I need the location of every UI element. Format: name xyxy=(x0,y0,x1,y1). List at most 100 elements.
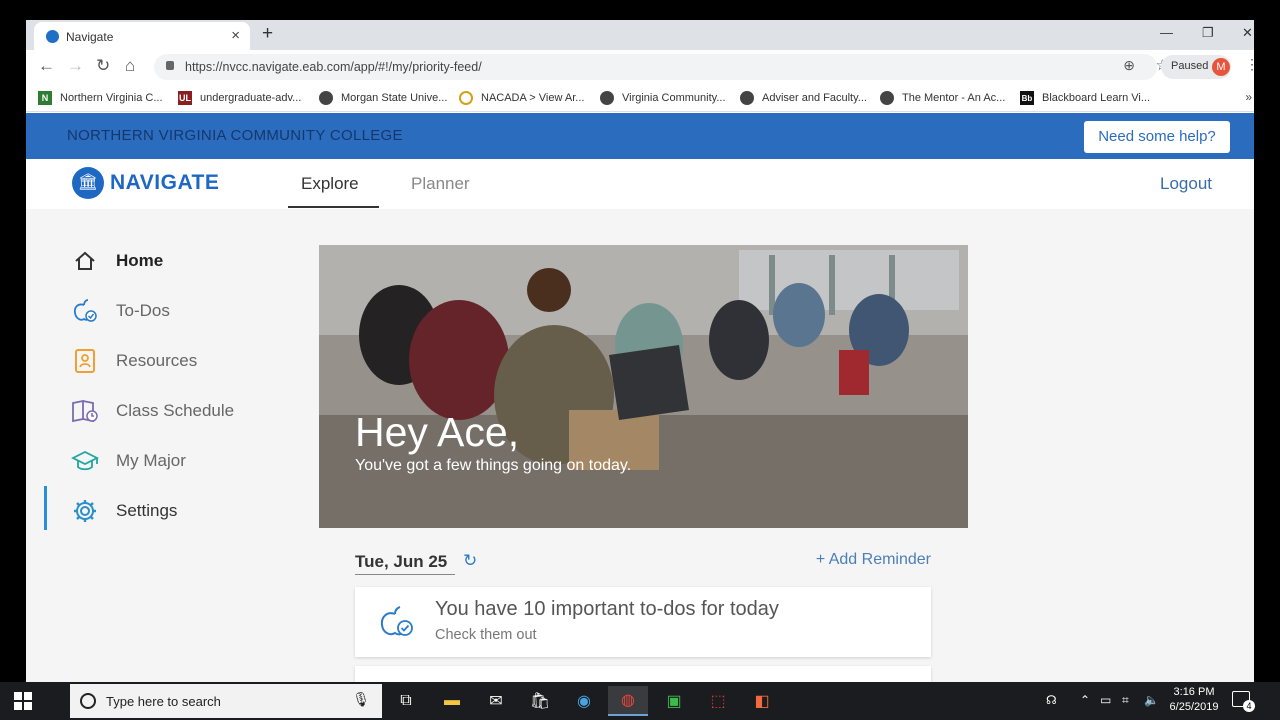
store-icon[interactable]: 🛍 xyxy=(520,686,560,716)
logout-link[interactable]: Logout xyxy=(1160,174,1212,194)
sidebar-item-my-major[interactable]: My Major xyxy=(70,446,186,476)
bookmark-label: The Mentor - An Ac... xyxy=(902,92,1006,104)
app-header: 🏛 NAVIGATE Explore Planner Logout xyxy=(26,159,1254,209)
windows-start-icon[interactable] xyxy=(14,692,32,710)
zoom-icon[interactable]: ⊕ xyxy=(1123,57,1135,74)
college-banner: NORTHERN VIRGINIA COMMUNITY COLLEGE Need… xyxy=(26,113,1254,159)
bookmark-item[interactable]: The Mentor - An Ac... xyxy=(880,90,1005,106)
schedule-book-icon xyxy=(70,396,100,426)
task-view-icon[interactable]: ⧉ xyxy=(386,686,426,716)
sidebar-item-label: Class Schedule xyxy=(116,401,235,420)
refresh-icon[interactable]: ↻ xyxy=(463,551,477,571)
tab-explore[interactable]: Explore xyxy=(301,174,359,194)
sidebar-item-home[interactable]: Home xyxy=(70,246,163,276)
sidebar-item-todos[interactable]: To-Dos xyxy=(70,296,170,326)
bookmark-item[interactable]: Morgan State Unive... xyxy=(319,90,447,106)
blackboard-icon: Bb xyxy=(1020,91,1034,105)
battery-icon[interactable]: ▭ xyxy=(1100,693,1111,707)
bookmark-item[interactable]: NACADA > View Ar... xyxy=(459,90,584,106)
todos-card[interactable]: You have 10 important to-dos for today C… xyxy=(355,587,931,657)
new-tab-icon[interactable]: + xyxy=(262,23,273,45)
bookmark-item[interactable]: Virginia Community... xyxy=(600,90,726,106)
navigate-app: NORTHERN VIRGINIA COMMUNITY COLLEGE Need… xyxy=(26,113,1254,684)
add-reminder-button[interactable]: + Add Reminder xyxy=(816,551,931,569)
chrome-icon[interactable]: ◍ xyxy=(608,686,648,716)
bookmark-label: Blackboard Learn Vi... xyxy=(1042,92,1151,104)
windows-taskbar: Type here to search 🎙 ⧉ ▬ ✉ 🛍 ◉ ◍ ▣ ⬚ ◧ … xyxy=(0,682,1280,720)
acrobat-icon[interactable]: ⬚ xyxy=(698,686,738,716)
avatar: M xyxy=(1212,58,1230,76)
home-browser-icon[interactable]: ⌂ xyxy=(125,56,135,76)
sidebar-item-label: Resources xyxy=(116,351,198,370)
globe-app-icon[interactable]: ◉ xyxy=(564,686,604,716)
menu-kebab-icon[interactable]: ⋮ xyxy=(1245,56,1254,73)
building-logo-icon: 🏛 xyxy=(72,167,104,199)
people-icon[interactable]: ☊ xyxy=(1046,693,1057,707)
sidebar-item-settings[interactable]: Settings xyxy=(70,496,177,526)
reload-icon[interactable]: ↻ xyxy=(96,56,110,76)
back-icon[interactable]: ← xyxy=(38,56,55,76)
navigate-logo[interactable]: 🏛 NAVIGATE xyxy=(72,167,219,199)
clock-date: 6/25/2019 xyxy=(1169,701,1219,713)
volume-icon[interactable]: 🔈 xyxy=(1144,693,1159,707)
globe-icon xyxy=(740,91,754,105)
bookmark-item[interactable]: Adviser and Faculty... xyxy=(740,90,867,106)
browser-tab[interactable]: Navigate × xyxy=(34,22,250,50)
feed-date: Tue, Jun 25 xyxy=(355,552,448,571)
profile-button[interactable]: Paused M xyxy=(1161,55,1231,79)
system-clock[interactable]: 3:16 PM 6/25/2019 xyxy=(1166,685,1222,715)
microphone-icon[interactable]: 🎙 xyxy=(352,691,370,708)
hero-greeting-block: Hey Ace, You've got a few things going o… xyxy=(355,409,631,475)
priority-feed: Tue, Jun 25 ↻ + Add Reminder You have 10… xyxy=(319,528,968,684)
restore-icon[interactable]: ❐ xyxy=(1202,25,1214,41)
logo-text: NAVIGATE xyxy=(110,171,220,194)
file-explorer-icon[interactable]: ▬ xyxy=(432,686,472,716)
chevron-up-icon[interactable]: ⌃ xyxy=(1080,693,1090,707)
tab-title: Navigate xyxy=(66,30,114,44)
ul-bookmark-icon: UL xyxy=(178,91,192,105)
taskbar-search-input[interactable]: Type here to search 🎙 xyxy=(70,684,382,718)
hero-banner: Hey Ace, You've got a few things going o… xyxy=(319,245,968,528)
bookmark-label: Virginia Community... xyxy=(622,92,726,104)
bookmark-item[interactable]: N Northern Virginia C... xyxy=(38,90,163,106)
minimize-icon[interactable]: — xyxy=(1160,25,1173,40)
bookmark-item[interactable]: Bb Blackboard Learn Vi... xyxy=(1020,90,1150,106)
navigate-favicon-icon xyxy=(46,30,59,43)
graduation-cap-icon xyxy=(70,446,100,476)
todo-apple-icon xyxy=(379,606,415,638)
college-name: NORTHERN VIRGINIA COMMUNITY COLLEGE xyxy=(67,127,403,144)
classroom-photo xyxy=(319,245,968,528)
bookmark-label: undergraduate-adv... xyxy=(200,92,302,104)
globe-icon xyxy=(600,91,614,105)
sidebar-item-resources[interactable]: Resources xyxy=(70,346,197,376)
card-subtitle[interactable]: Check them out xyxy=(435,627,537,643)
recorder-app-icon[interactable]: ◧ xyxy=(742,686,782,716)
lock-icon xyxy=(166,61,174,70)
more-bookmarks-icon[interactable]: » xyxy=(1245,90,1252,104)
search-placeholder: Type here to search xyxy=(106,694,221,709)
nvcc-bookmark-icon: N xyxy=(38,91,52,105)
help-button[interactable]: Need some help? xyxy=(1084,121,1230,153)
network-icon[interactable]: ⌗ xyxy=(1122,693,1129,708)
active-tab-underline xyxy=(288,206,379,208)
date-underline xyxy=(355,574,455,575)
address-bar[interactable]: https://nvcc.navigate.eab.com/app/#!/my/… xyxy=(154,54,1169,80)
globe-icon xyxy=(880,91,894,105)
tab-planner[interactable]: Planner xyxy=(411,174,470,194)
bookmark-label: Northern Virginia C... xyxy=(60,92,163,104)
sidebar-item-label: To-Dos xyxy=(116,301,170,320)
sidebar: Home To-Dos Resources Class Schedule My … xyxy=(26,209,306,684)
action-center-icon[interactable]: 4 xyxy=(1232,691,1255,712)
close-window-icon[interactable]: ✕ xyxy=(1242,25,1253,41)
mail-icon[interactable]: ✉ xyxy=(476,686,516,716)
close-tab-icon[interactable]: × xyxy=(231,27,240,44)
desktop-screen: Navigate × + — ❐ ✕ ← → ↻ ⌂ https://nvcc.… xyxy=(0,0,1280,720)
profile-status: Paused xyxy=(1171,60,1209,72)
forward-icon[interactable]: → xyxy=(67,56,84,76)
sidebar-item-label: Home xyxy=(116,251,164,270)
notification-count: 4 xyxy=(1243,700,1255,712)
sidebar-item-class-schedule[interactable]: Class Schedule xyxy=(70,396,234,426)
card-title: You have 10 important to-dos for today xyxy=(435,598,779,620)
camtasia-icon[interactable]: ▣ xyxy=(654,686,694,716)
bookmark-item[interactable]: UL undergraduate-adv... xyxy=(178,90,301,106)
